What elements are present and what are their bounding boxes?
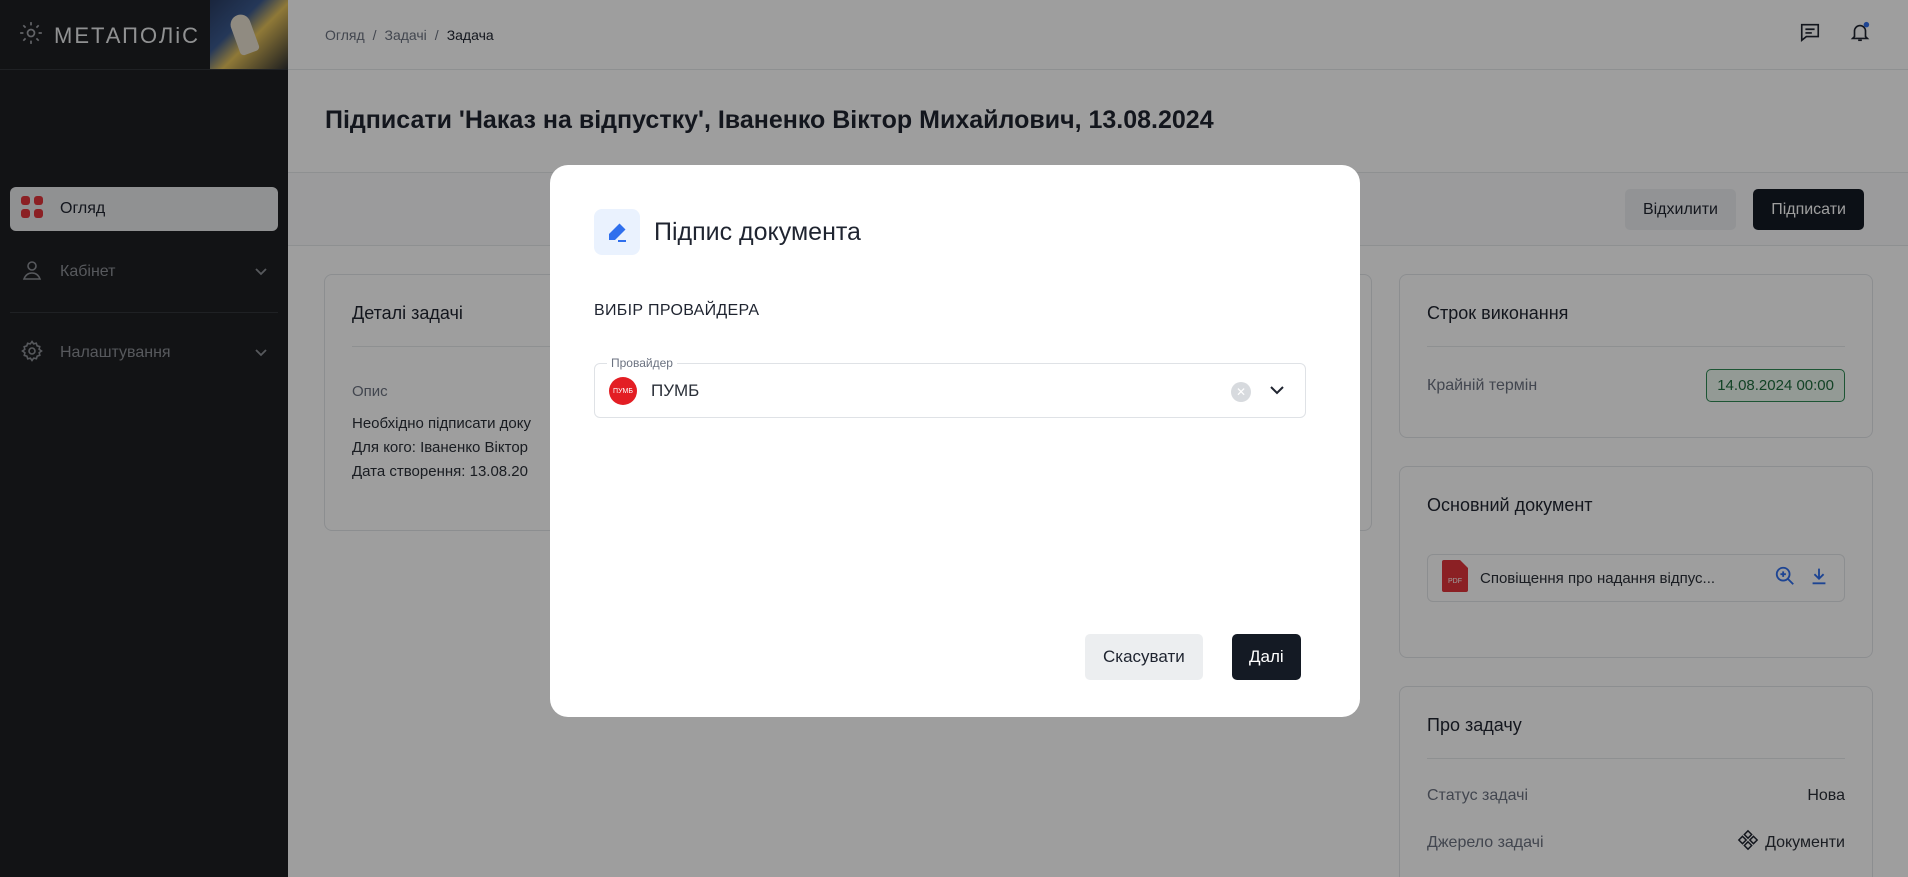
provider-value-text: ПУМБ [651,381,700,400]
cancel-button[interactable]: Скасувати [1085,634,1203,680]
modal-header: Підпис документа [594,209,861,255]
provider-selected-value: ПУМБ ПУМБ [609,377,699,405]
next-button[interactable]: Далі [1232,634,1301,680]
provider-section-title: ВИБІР ПРОВАЙДЕРА [594,302,760,319]
pumb-logo: ПУМБ [609,377,637,405]
provider-select[interactable]: Провайдер ПУМБ ПУМБ ✕ [594,356,1306,418]
chevron-down-icon[interactable] [1267,380,1287,405]
pen-edit-icon [594,209,640,255]
modal-title: Підпис документа [654,217,861,246]
sign-document-modal: Підпис документа ВИБІР ПРОВАЙДЕРА Провай… [550,165,1360,717]
provider-select-label: Провайдер [607,356,677,370]
clear-icon[interactable]: ✕ [1231,382,1251,402]
